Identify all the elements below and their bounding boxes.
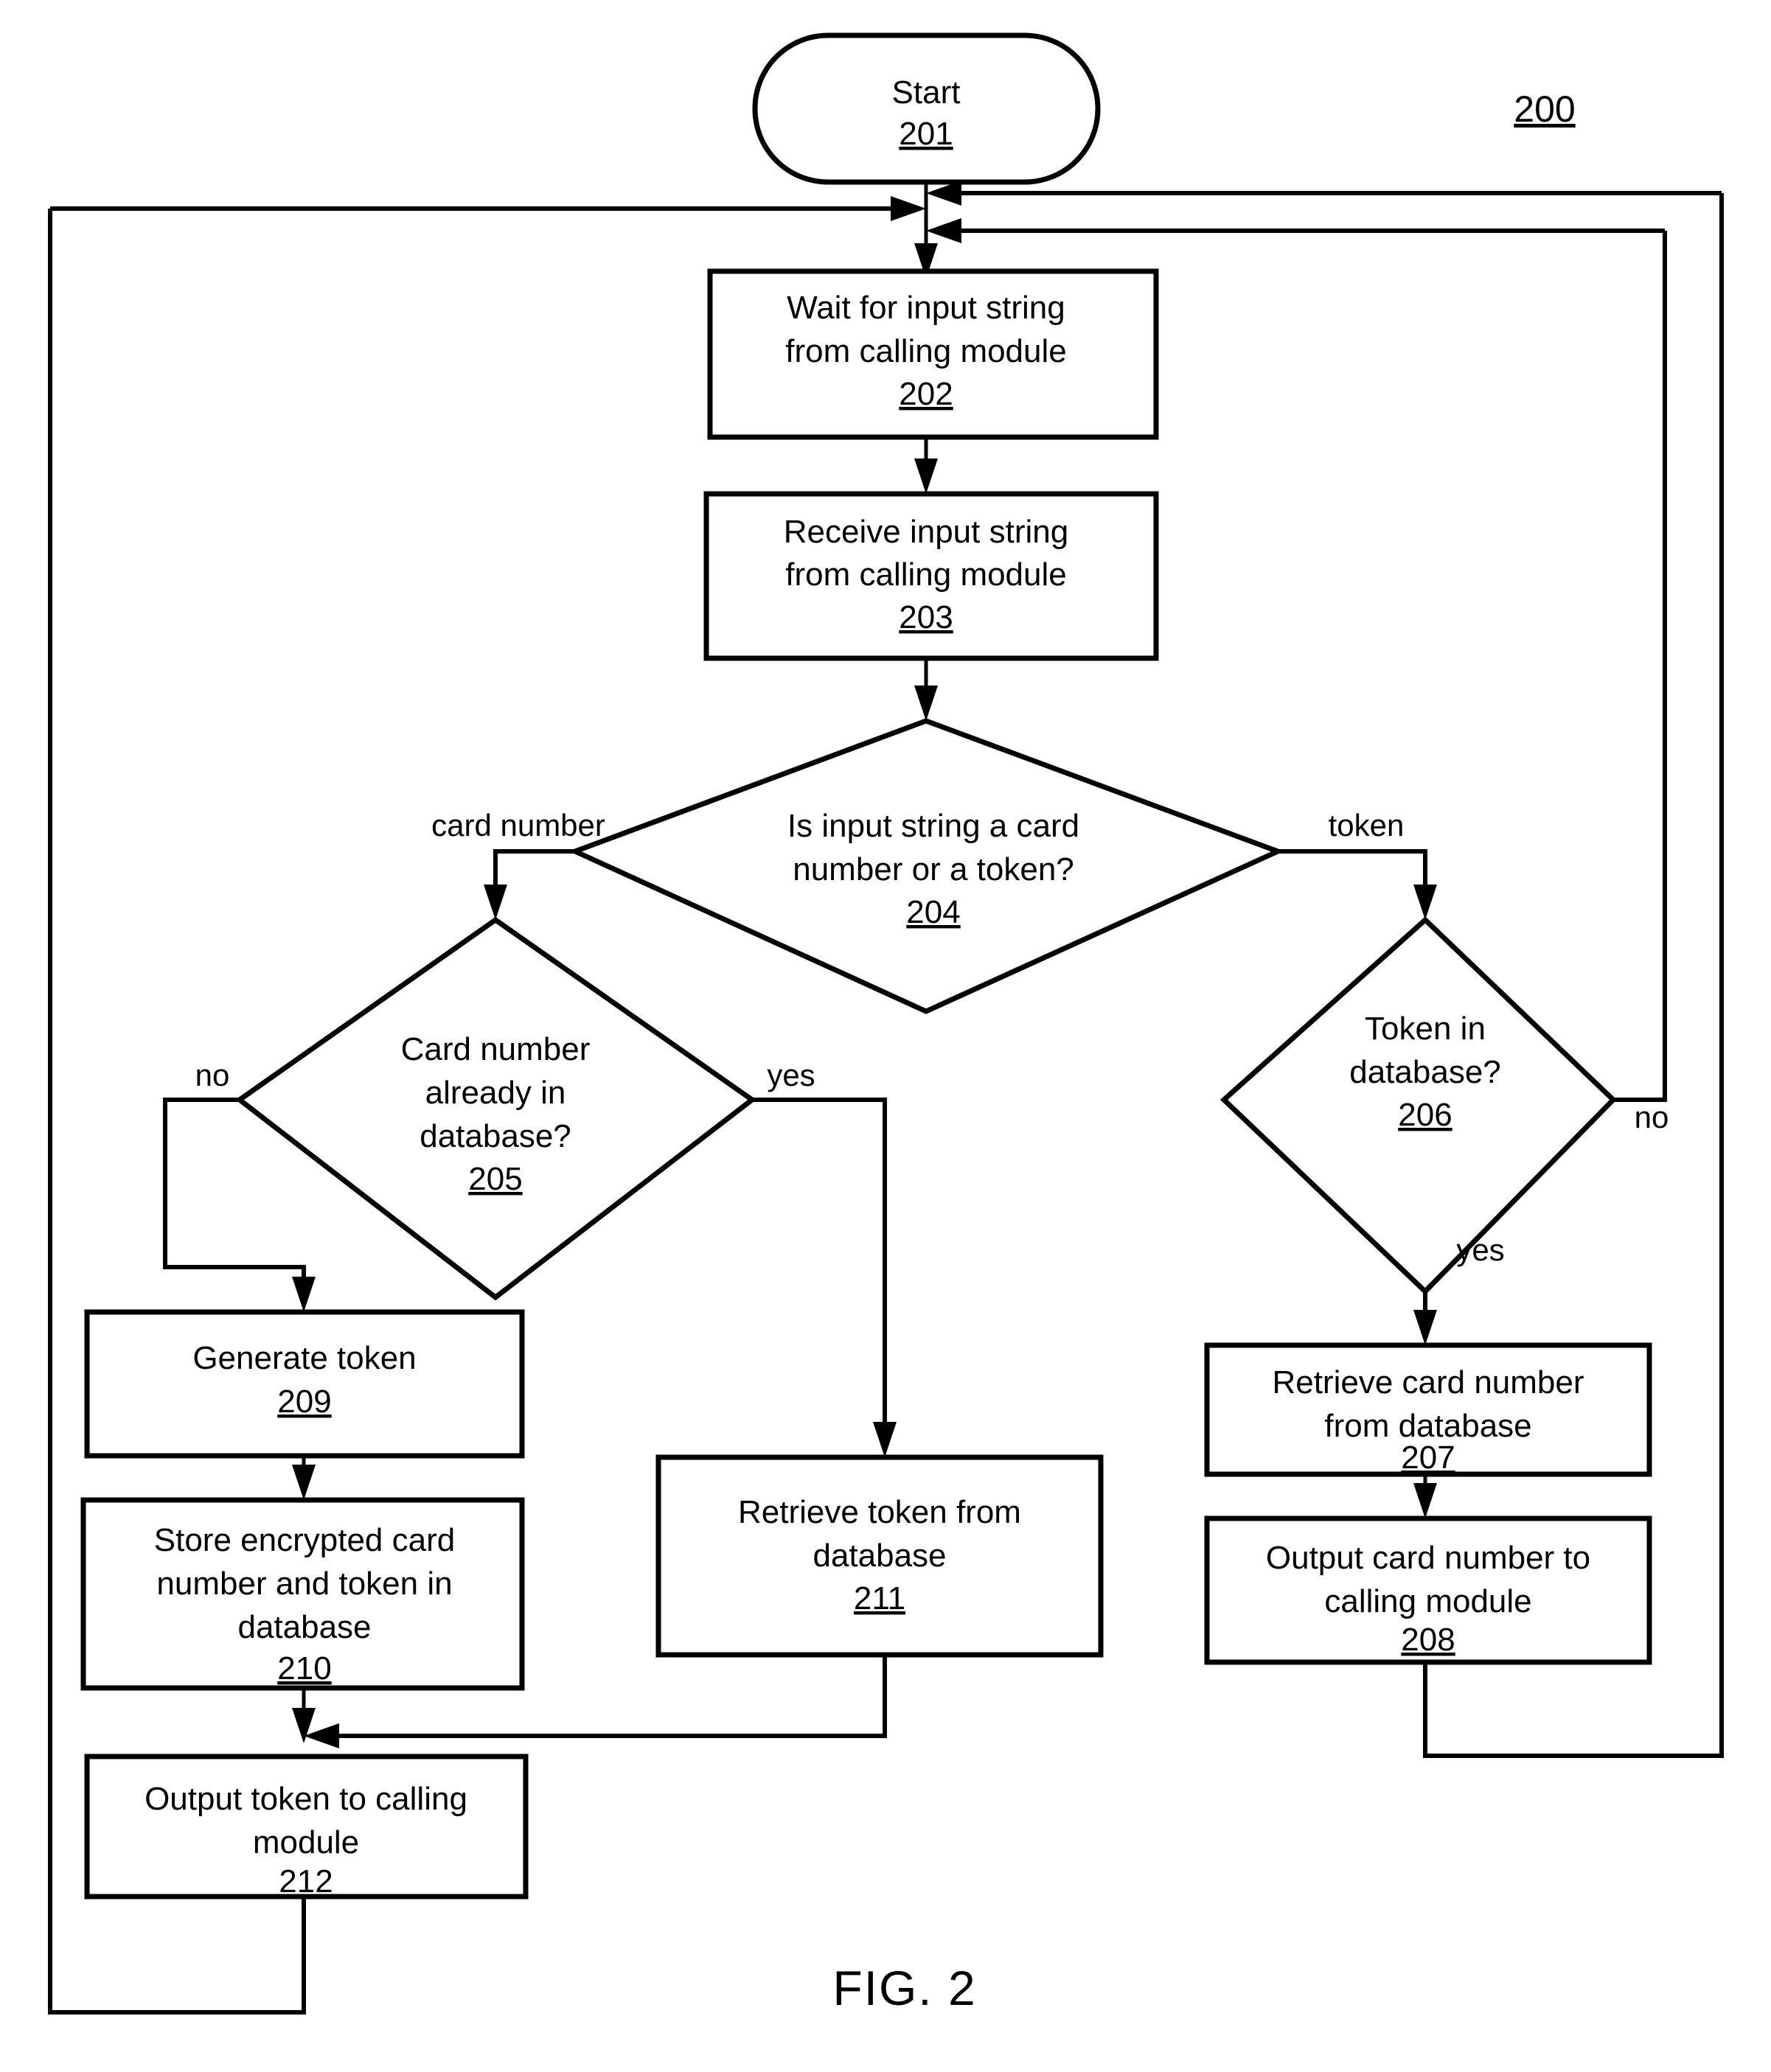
node-store-encrypted-210-ref: 210 bbox=[277, 1650, 331, 1686]
edge-label-no-205: no bbox=[195, 1058, 230, 1092]
arrowhead-207-208 bbox=[1413, 1483, 1437, 1518]
node-receive-input-203-line-1: from calling module bbox=[785, 557, 1067, 593]
node-card-in-db-205-line-1: already in bbox=[425, 1075, 566, 1111]
node-token-in-db-206-ref: 206 bbox=[1398, 1097, 1452, 1133]
edge-label-yes-206: yes bbox=[1456, 1232, 1504, 1267]
node-output-card-208-ref: 208 bbox=[1401, 1622, 1455, 1658]
arrowhead-203-204 bbox=[914, 686, 938, 721]
figure-caption: FIG. 2 bbox=[832, 1961, 976, 2015]
node-card-in-db-205-line-2: database? bbox=[420, 1118, 571, 1154]
node-output-token-212[interactable]: Output token to calling module 212 bbox=[84, 1754, 529, 1900]
edge-204-to-205 bbox=[493, 849, 575, 907]
node-token-in-db-206-line-1: database? bbox=[1349, 1054, 1501, 1090]
node-store-encrypted-210-line-2: database bbox=[237, 1609, 371, 1645]
node-retrieve-card-207-line-1: from database bbox=[1324, 1408, 1531, 1444]
arrowhead-204-206 bbox=[1413, 885, 1437, 920]
node-store-encrypted-210-line-0: Store encrypted card bbox=[154, 1522, 455, 1558]
node-retrieve-card-207-line-0: Retrieve card number bbox=[1272, 1364, 1584, 1400]
node-generate-token-209[interactable]: Generate token 209 bbox=[84, 1309, 525, 1459]
arrowhead-205no-209 bbox=[292, 1277, 316, 1312]
node-retrieve-card-207-ref: 207 bbox=[1401, 1440, 1455, 1476]
node-classify-input-204-line-1: number or a token? bbox=[793, 851, 1074, 887]
node-retrieve-token-211-ref: 211 bbox=[854, 1580, 905, 1616]
arrowhead-202-203 bbox=[914, 458, 938, 494]
edge-205-yes-to-211 bbox=[752, 1098, 887, 1443]
node-retrieve-token-211-line-0: Retrieve token from bbox=[738, 1494, 1021, 1530]
arrowhead-206yes-207 bbox=[1413, 1310, 1437, 1345]
node-output-card-208[interactable]: Output card number to calling module 208 bbox=[1204, 1515, 1652, 1665]
arrowhead-feedback-left bbox=[891, 196, 926, 221]
node-generate-token-209-line-0: Generate token bbox=[192, 1340, 416, 1376]
node-retrieve-token-211[interactable]: Retrieve token from database 211 bbox=[655, 1454, 1104, 1658]
node-output-card-208-line-1: calling module bbox=[1324, 1583, 1531, 1619]
arrowhead-feedback-206no bbox=[926, 218, 961, 243]
figure-reference-numeral: 200 bbox=[1514, 88, 1575, 130]
node-output-token-212-line-0: Output token to calling bbox=[145, 1781, 467, 1817]
edge-label-yes-205: yes bbox=[767, 1058, 815, 1092]
node-output-card-208-line-0: Output card number to bbox=[1266, 1540, 1590, 1576]
node-store-encrypted-210[interactable]: Store encrypted card number and token in… bbox=[80, 1497, 525, 1691]
node-retrieve-card-207[interactable]: Retrieve card number from database 207 bbox=[1204, 1342, 1652, 1477]
node-generate-token-209-ref: 209 bbox=[277, 1384, 331, 1420]
edge-label-card-number: card number bbox=[431, 808, 605, 843]
node-card-in-db-205-ref: 205 bbox=[468, 1161, 522, 1197]
node-receive-input-203-ref: 203 bbox=[899, 599, 953, 635]
arrowhead-209-210 bbox=[292, 1465, 316, 1500]
node-wait-input-202-ref: 202 bbox=[899, 376, 953, 412]
node-output-token-212-line-1: module bbox=[253, 1824, 359, 1860]
node-wait-input-202-line-0: Wait for input string bbox=[787, 290, 1065, 326]
node-receive-input-203[interactable]: Receive input string from calling module… bbox=[703, 491, 1159, 661]
node-output-token-212-ref: 212 bbox=[279, 1863, 333, 1900]
node-card-in-db-205[interactable]: Card number already in database? 205 bbox=[235, 916, 756, 1301]
edge-206-no-up bbox=[1613, 231, 1667, 1102]
node-classify-input-204[interactable]: Is input string a card number or a token… bbox=[568, 718, 1285, 1014]
node-start-201-ref: 201 bbox=[899, 116, 953, 152]
edge-label-no-206: no bbox=[1635, 1100, 1669, 1134]
node-receive-input-203-line-0: Receive input string bbox=[784, 514, 1068, 550]
node-start-201[interactable]: Start 201 bbox=[752, 32, 1101, 185]
node-wait-input-202-line-1: from calling module bbox=[785, 333, 1067, 369]
flowchart-svg: Start 201 Wait for input string from cal… bbox=[48, 32, 1724, 2015]
node-token-in-db-206[interactable]: Token in database? 206 bbox=[1219, 916, 1617, 1295]
node-start-201-line-0: Start bbox=[892, 74, 961, 111]
edge-label-token: token bbox=[1329, 808, 1405, 843]
figure-canvas: Start 201 Wait for input string from cal… bbox=[0, 0, 1771, 2072]
node-wait-input-202[interactable]: Wait for input string from calling modul… bbox=[707, 268, 1159, 440]
node-classify-input-204-ref: 204 bbox=[906, 894, 960, 930]
node-token-in-db-206-line-0: Token in bbox=[1365, 1011, 1486, 1047]
arrowhead-205yes-211 bbox=[873, 1422, 897, 1457]
edge-204-to-206 bbox=[1278, 849, 1427, 907]
arrowhead-204-205 bbox=[484, 885, 507, 920]
node-card-in-db-205-line-0: Card number bbox=[401, 1031, 591, 1067]
node-store-encrypted-210-line-1: number and token in bbox=[156, 1566, 452, 1602]
node-classify-input-204-line-0: Is input string a card bbox=[787, 808, 1079, 844]
node-retrieve-token-211-line-1: database bbox=[813, 1538, 946, 1574]
